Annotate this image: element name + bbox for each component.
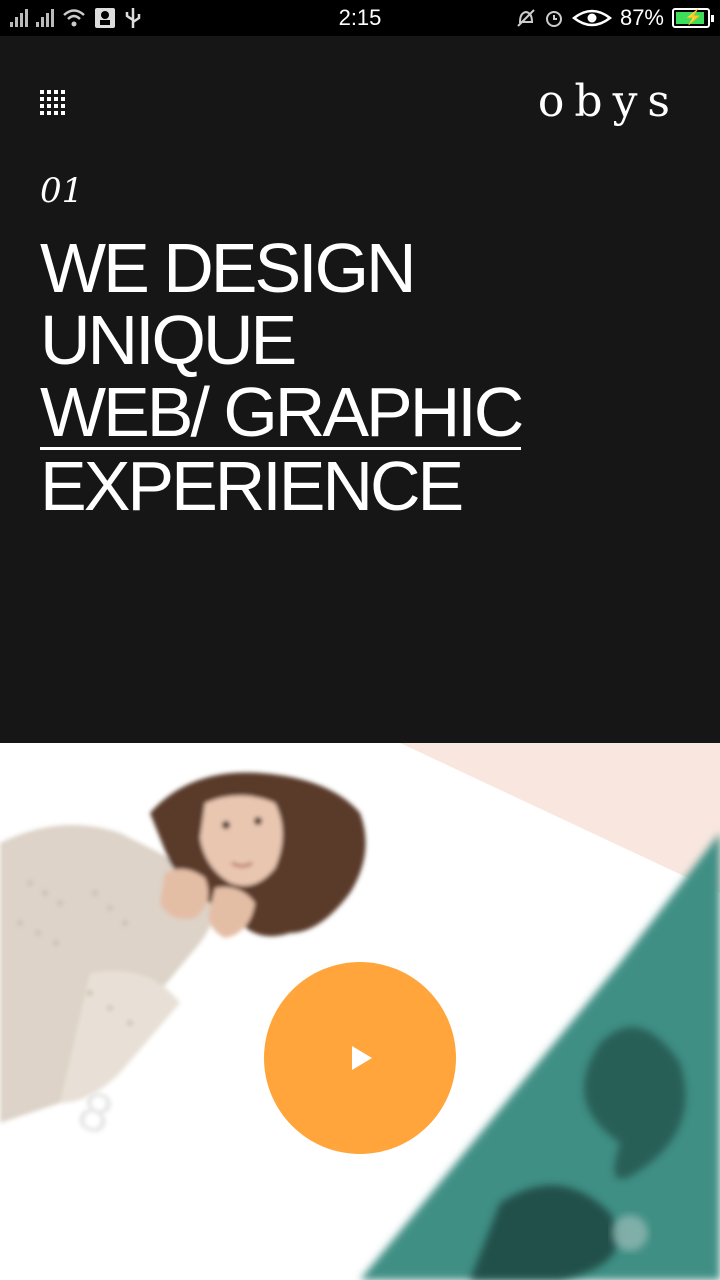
battery-icon: ⚡ [672,8,714,28]
status-right: 87% ⚡ [516,5,714,31]
play-button[interactable] [264,962,456,1154]
headline-line-3[interactable]: WEB/ GRAPHIC [40,377,524,450]
battery-percent: 87% [619,5,664,30]
alarm-icon [545,11,562,27]
eye-icon [571,9,612,27]
charging-icon: ⚡ [684,9,703,26]
headline-line-4: EXPERIENCE [40,447,464,525]
section-index: 01 [40,171,84,211]
grid-menu-icon[interactable] [40,90,66,116]
headline: WE DESIGN UNIQUE WEB/ GRAPHIC EXPERIENCE [40,229,524,525]
headline-line-1: WE DESIGN [40,229,417,307]
peach-corner [400,743,720,893]
play-icon [352,1046,372,1070]
status-bar: 2:15 87% ⚡ [0,0,720,36]
logo[interactable]: obys [538,74,680,130]
mute-icon [517,9,535,27]
headline-line-2: UNIQUE [40,301,297,379]
